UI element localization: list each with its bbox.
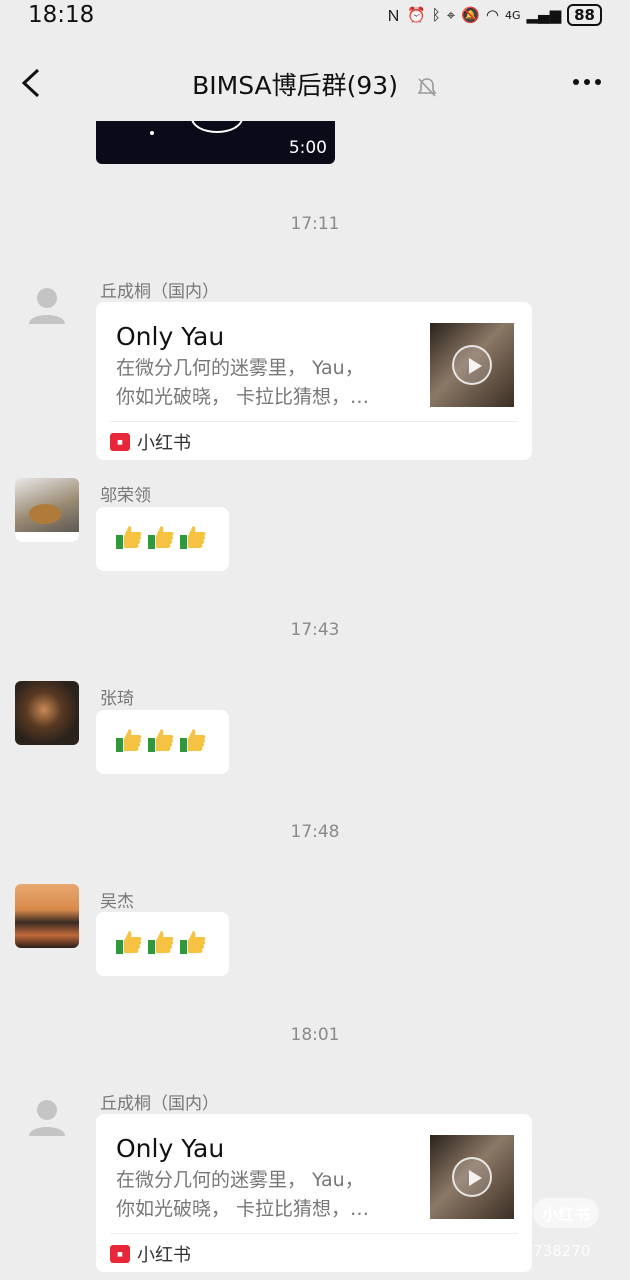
emoji-message[interactable]: [96, 710, 229, 774]
sender-name: 吴杰: [100, 892, 134, 912]
avatar[interactable]: [15, 1086, 79, 1150]
timestamp: 18:01: [290, 1025, 340, 1045]
card-desc-line: 你如光破晓， 卡拉比猜想，…: [116, 1198, 370, 1220]
default-avatar-icon: [29, 1100, 65, 1136]
video-star: [150, 131, 154, 135]
watermark-brand: 小红书: [533, 1198, 599, 1228]
status-time: 18:18: [28, 2, 95, 28]
wifi-icon: ◠: [485, 6, 499, 24]
location-icon: ⌖: [446, 6, 456, 24]
card-title: Only Yau: [116, 1134, 225, 1163]
divider: [110, 421, 518, 422]
card-source-label: 小红书: [137, 433, 191, 454]
battery-icon: 88: [567, 4, 602, 26]
thumbs-up-icon: [178, 927, 208, 961]
watermark-id: 小红书号：9637738270: [420, 1242, 591, 1260]
sender-name: 邬荣领: [100, 486, 151, 506]
avatar[interactable]: [15, 681, 79, 745]
xiaohongshu-logo-icon: ■: [110, 433, 130, 451]
signal-icon: ▂▄▆: [526, 6, 562, 24]
status-bar: 18:18 Ｎ ⏰ ᛒ ⌖ 🔕 ◠ 4G ▂▄▆ 88: [0, 0, 630, 32]
card-thumbnail: [430, 323, 514, 407]
alarm-icon: ⏰: [407, 6, 426, 24]
chat-title-wrap[interactable]: BIMSA博后群(93): [0, 66, 630, 102]
bluetooth-icon: ᛒ: [431, 6, 441, 24]
avatar[interactable]: [15, 478, 79, 542]
video-ring: [191, 121, 243, 133]
chat-title: BIMSA博后群(93): [192, 71, 398, 100]
card-title: Only Yau: [116, 322, 225, 351]
sender-name: 张琦: [100, 689, 134, 709]
emoji-message[interactable]: [96, 912, 229, 976]
play-icon: [452, 345, 492, 385]
card-desc-line: 在微分几何的迷雾里， Yau，: [116, 357, 364, 379]
timestamp: 17:11: [290, 214, 340, 234]
default-avatar-icon: [29, 288, 65, 324]
xiaohongshu-logo-icon: ■: [110, 1245, 130, 1263]
status-icons: Ｎ ⏰ ᛒ ⌖ 🔕 ◠ 4G ▂▄▆ 88: [386, 4, 602, 26]
card-source-label: 小红书: [137, 1245, 191, 1266]
card-description: 在微分几何的迷雾里， Yau， 你如光破晓， 卡拉比猜想，…: [116, 354, 416, 412]
card-desc-line: 在微分几何的迷雾里， Yau，: [116, 1169, 364, 1191]
timestamp: 17:48: [290, 822, 340, 842]
chat-header: BIMSA博后群(93): [0, 48, 630, 118]
card-desc-line: 你如光破晓， 卡拉比猜想，…: [116, 386, 370, 408]
card-source: ■ 小红书: [110, 429, 191, 455]
sender-name: 丘成桐（国内）: [100, 282, 219, 302]
video-message[interactable]: 5:00: [96, 121, 335, 164]
nfc-icon: Ｎ: [386, 6, 402, 25]
card-description: 在微分几何的迷雾里， Yau， 你如光破晓， 卡拉比猜想，…: [116, 1166, 416, 1224]
timestamp: 17:43: [290, 620, 340, 640]
thumbs-up-icon: [114, 927, 144, 961]
thumbs-up-icon: [178, 522, 208, 556]
avatar[interactable]: [15, 884, 79, 948]
play-icon: [452, 1157, 492, 1197]
tiger-avatar-icon: [15, 504, 79, 542]
bell-muted-icon: [417, 78, 437, 97]
divider: [110, 1233, 518, 1234]
thumbs-up-icon: [114, 725, 144, 759]
card-source: ■ 小红书: [110, 1241, 191, 1267]
thumbs-up-icon: [178, 725, 208, 759]
emoji-message[interactable]: [96, 507, 229, 571]
video-duration: 5:00: [288, 138, 327, 158]
network-label: 4G: [504, 8, 521, 22]
thumbs-up-icon: [146, 927, 176, 961]
thumbs-up-icon: [146, 522, 176, 556]
sender-name: 丘成桐（国内）: [100, 1094, 219, 1114]
thumbs-up-icon: [114, 522, 144, 556]
xiaohongshu-card[interactable]: Only Yau 在微分几何的迷雾里， Yau， 你如光破晓， 卡拉比猜想，… …: [96, 302, 532, 460]
card-thumbnail: [430, 1135, 514, 1219]
mute-notification-icon: 🔕: [461, 6, 480, 24]
more-icon[interactable]: [572, 72, 602, 92]
thumbs-up-icon: [146, 725, 176, 759]
avatar[interactable]: [15, 274, 79, 338]
